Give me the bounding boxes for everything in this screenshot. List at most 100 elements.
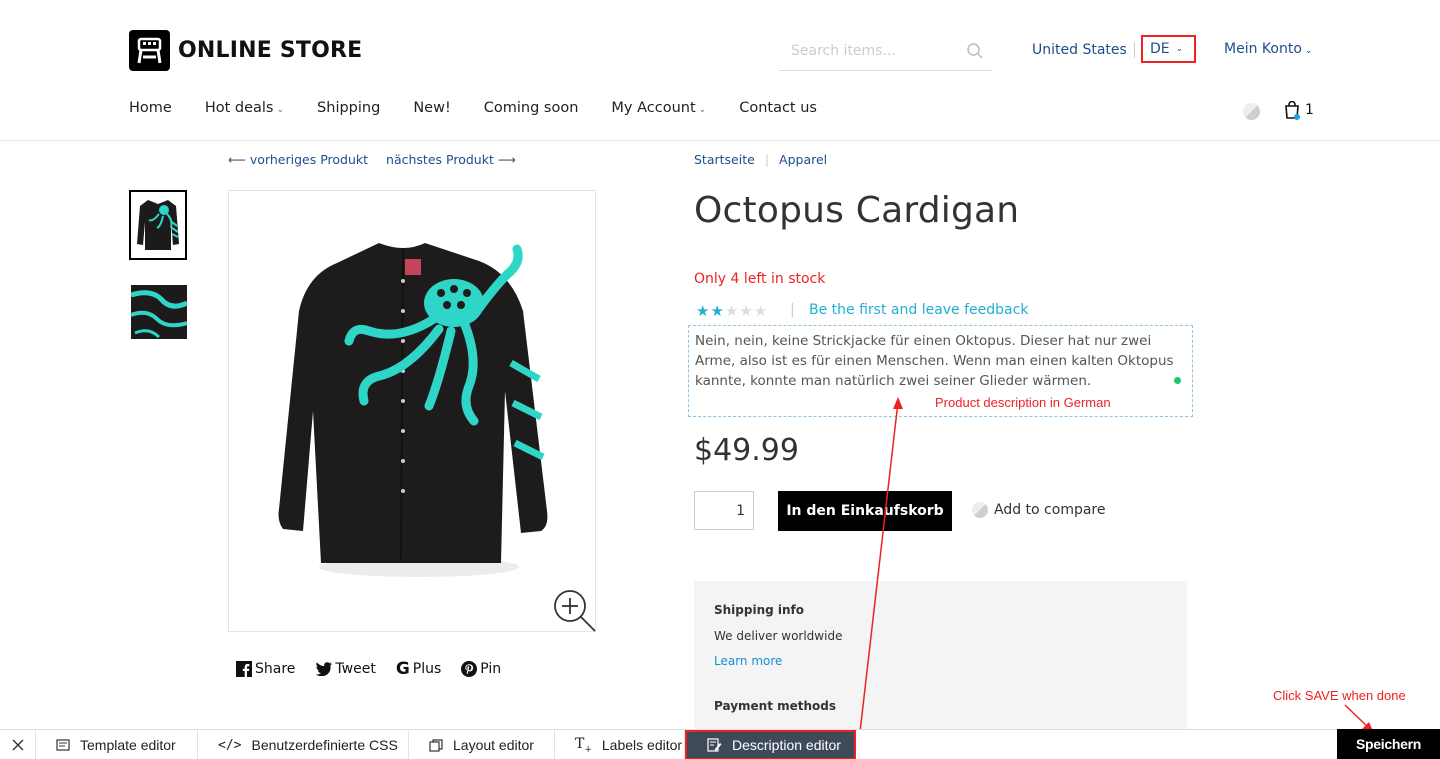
layout-editor-tab[interactable]: Layout editor bbox=[409, 730, 555, 759]
custom-css-tab[interactable]: </> Benutzerdefinierte CSS bbox=[198, 730, 409, 759]
previous-product-link[interactable]: ⟵ vorheriges Produkt bbox=[228, 152, 368, 167]
share-google[interactable]: G Plus bbox=[396, 659, 441, 679]
product-main-image[interactable] bbox=[228, 190, 596, 632]
star-icon: ★ bbox=[724, 302, 739, 320]
share-google-label: Plus bbox=[412, 661, 442, 677]
payment-methods-title: Payment methods bbox=[714, 699, 837, 713]
breadcrumb-separator: | bbox=[764, 152, 770, 167]
template-icon bbox=[56, 739, 70, 751]
next-product-link[interactable]: nächstes Produkt ⟶ bbox=[386, 152, 516, 167]
edit-document-icon bbox=[707, 738, 722, 752]
chevron-down-icon: ⌄ bbox=[1175, 44, 1184, 54]
search-box bbox=[779, 32, 992, 71]
description-editor-label: Description editor bbox=[732, 737, 841, 753]
account-label: Mein Konto bbox=[1224, 41, 1302, 57]
info-panel: Shipping info We deliver worldwide Learn… bbox=[694, 581, 1187, 729]
chevron-down-icon: ⌄ bbox=[1304, 46, 1313, 56]
layout-editor-label: Layout editor bbox=[453, 737, 534, 753]
search-icon[interactable] bbox=[966, 42, 984, 60]
editable-indicator-dot bbox=[1174, 377, 1181, 384]
nav-item-new[interactable]: New! bbox=[413, 100, 450, 116]
language-code: DE bbox=[1150, 41, 1170, 57]
layout-icon bbox=[429, 738, 443, 752]
add-to-cart-button[interactable]: In den Einkaufskorb bbox=[778, 491, 952, 531]
share-facebook-label: Share bbox=[255, 661, 296, 677]
share-pinterest-label: Pin bbox=[480, 661, 502, 677]
share-facebook[interactable]: Share bbox=[236, 659, 295, 679]
nav-label: New! bbox=[413, 100, 451, 116]
chevron-down-icon: ⌄ bbox=[276, 105, 285, 115]
search-input[interactable] bbox=[791, 40, 961, 62]
nav-item-shipping[interactable]: Shipping bbox=[317, 100, 380, 116]
share-pinterest[interactable]: Pin bbox=[461, 659, 501, 679]
nav-item-hot-deals[interactable]: Hot deals ⌄ bbox=[205, 100, 284, 116]
breadcrumb-home[interactable]: Startseite bbox=[694, 152, 755, 167]
share-bar: Share Tweet G Plus Pin bbox=[236, 659, 501, 679]
arrow-left-icon: ⟵ bbox=[228, 152, 246, 167]
nav-item-coming-soon[interactable]: Coming soon bbox=[484, 100, 579, 116]
header-divider bbox=[1134, 42, 1135, 58]
description-editor-tab[interactable]: Description editor bbox=[685, 730, 856, 759]
store-name: ONLINE STORE bbox=[178, 38, 363, 63]
rating-stars: ★ ★ ★ ★ ★ bbox=[696, 302, 767, 320]
stock-status: Only 4 left in stock bbox=[694, 271, 826, 287]
shipping-info-text: We deliver worldwide bbox=[714, 629, 843, 643]
compare-icon bbox=[972, 502, 988, 518]
shopping-bag-icon bbox=[1284, 101, 1300, 120]
rating-separator: | bbox=[790, 302, 795, 318]
product-price: $49.99 bbox=[694, 433, 799, 468]
code-icon: </> bbox=[218, 737, 242, 753]
google-icon: G bbox=[395, 659, 410, 679]
labels-editor-tab[interactable]: T+ Labels editor bbox=[555, 730, 685, 759]
star-icon: ★ bbox=[696, 302, 710, 320]
nav-label: Hot deals bbox=[204, 100, 274, 116]
account-menu[interactable]: Mein Konto ⌄ bbox=[1224, 41, 1312, 57]
nav-item-my-account[interactable]: My Account ⌄ bbox=[611, 100, 706, 116]
country-selector[interactable]: United States bbox=[1032, 42, 1127, 58]
add-to-compare-label: Add to compare bbox=[994, 502, 1106, 518]
cart-logo-icon bbox=[129, 30, 170, 71]
quantity-input[interactable] bbox=[694, 491, 754, 530]
star-icon: ★ bbox=[710, 302, 724, 320]
close-icon bbox=[12, 739, 24, 751]
learn-more-link[interactable]: Learn more bbox=[714, 654, 782, 668]
nav-label: Coming soon bbox=[483, 100, 579, 116]
nav-item-home[interactable]: Home bbox=[129, 100, 172, 116]
star-icon: ★ bbox=[739, 302, 753, 320]
share-twitter[interactable]: Tweet bbox=[315, 659, 376, 679]
template-editor-label: Template editor bbox=[80, 737, 176, 753]
template-editor-tab[interactable]: Template editor bbox=[36, 730, 198, 759]
language-selector[interactable]: DE ⌄ bbox=[1141, 35, 1196, 63]
cart-count: 1 bbox=[1305, 102, 1314, 118]
nav-item-contact-us[interactable]: Contact us bbox=[739, 100, 817, 116]
star-icon: ★ bbox=[753, 302, 768, 320]
shipping-info-title: Shipping info bbox=[714, 603, 805, 617]
twitter-icon bbox=[315, 662, 333, 676]
pinterest-icon bbox=[461, 661, 478, 677]
store-logo[interactable]: ONLINE STORE bbox=[129, 30, 362, 71]
save-button[interactable]: Speichern bbox=[1337, 729, 1440, 759]
arrow-right-icon: ⟶ bbox=[497, 152, 516, 167]
product-thumbnail-2[interactable] bbox=[131, 285, 189, 355]
text-icon: T+ bbox=[575, 735, 592, 755]
add-to-compare-link[interactable]: Add to compare bbox=[972, 502, 1106, 518]
leave-feedback-link[interactable]: Be the first and leave feedback bbox=[809, 302, 1028, 318]
product-thumbnail-1[interactable] bbox=[129, 190, 187, 260]
breadcrumb-category[interactable]: Apparel bbox=[779, 152, 827, 167]
nav-label: My Account bbox=[611, 100, 696, 116]
description-annotation: Product description in German bbox=[935, 395, 1111, 410]
compare-list-icon[interactable] bbox=[1243, 103, 1260, 120]
prev-label: vorheriges Produkt bbox=[249, 152, 369, 167]
product-pager: ⟵ vorheriges Produkt nächstes Produkt ⟶ bbox=[228, 152, 516, 167]
breadcrumb: Startseite | Apparel bbox=[694, 152, 827, 167]
cart-button[interactable]: 1 bbox=[1284, 101, 1314, 120]
zoom-in-icon[interactable] bbox=[551, 589, 597, 633]
nav-label: Contact us bbox=[739, 100, 817, 116]
close-editor-button[interactable] bbox=[0, 730, 36, 759]
product-title: Octopus Cardigan bbox=[694, 190, 1020, 231]
save-annotation: Click SAVE when done bbox=[1273, 688, 1406, 703]
nav-label: Shipping bbox=[317, 100, 381, 116]
facebook-icon bbox=[236, 661, 252, 677]
chevron-down-icon: ⌄ bbox=[698, 105, 707, 115]
header-divider-line bbox=[0, 140, 1440, 141]
